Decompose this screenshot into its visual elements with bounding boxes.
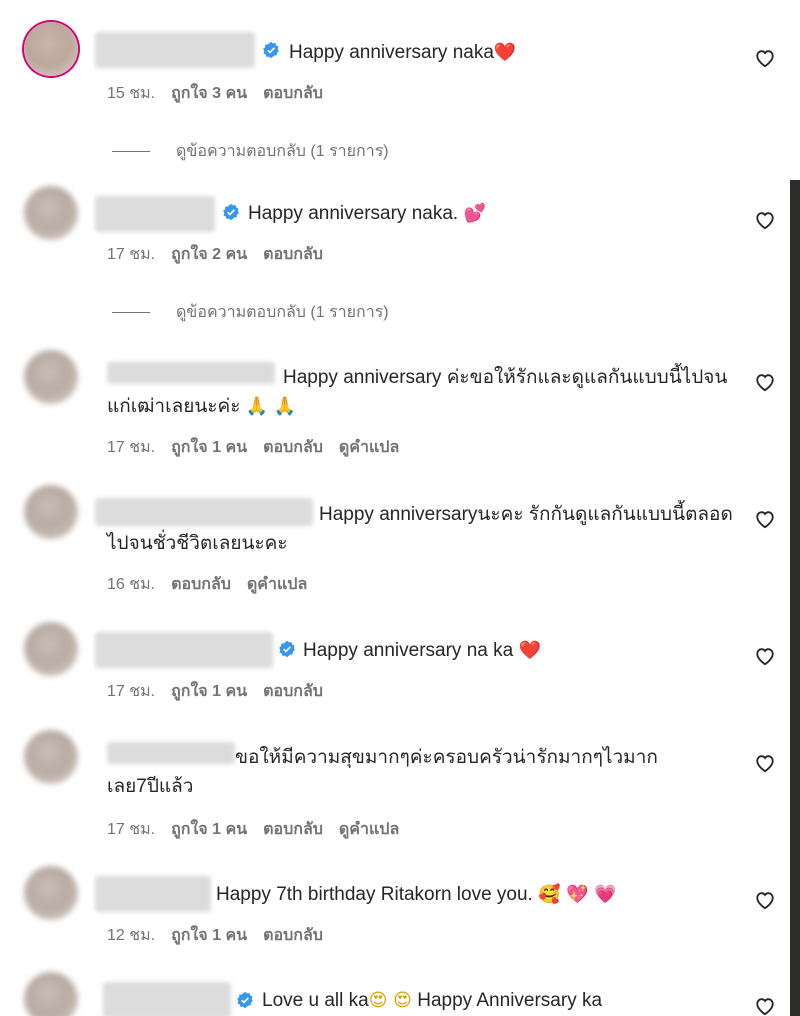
timestamp: 15 ชม.: [107, 85, 156, 102]
view-replies-button[interactable]: ดูข้อความตอบกลับ (1 รายการ): [112, 139, 389, 164]
avatar[interactable]: [24, 972, 78, 1016]
verified-badge-icon: [263, 41, 279, 59]
comment-meta: 17 ชม. ถูกใจ 1 คน ตอบกลับ ดูคำแปล: [107, 435, 415, 460]
like-heart-icon[interactable]: [754, 210, 776, 230]
username-blurred[interactable]: [95, 196, 215, 232]
heart-emoji: ❤️: [493, 42, 517, 63]
heart-eyes-emoji: 😍 😍: [368, 990, 412, 1011]
like-heart-icon[interactable]: [754, 646, 776, 666]
likes-count[interactable]: ถูกใจ 1 คน: [171, 821, 247, 838]
like-heart-icon[interactable]: [754, 753, 776, 773]
comment-meta: 17 ชม. ถูกใจ 1 คน ตอบกลับ: [107, 679, 339, 704]
verified-badge-icon: [237, 991, 253, 1009]
avatar[interactable]: [24, 485, 78, 539]
avatar[interactable]: [24, 186, 78, 240]
like-heart-icon[interactable]: [754, 372, 776, 392]
comment-text: Happy anniversary ค่ะขอให้รักและดูแลกันแ…: [107, 367, 728, 417]
comment-meta: 12 ชม. ถูกใจ 1 คน ตอบกลับ: [107, 923, 339, 948]
view-replies-button[interactable]: ดูข้อความตอบกลับ (1 รายการ): [112, 300, 389, 325]
praying-hands-emoji: 🙏 🙏: [245, 396, 297, 417]
comment-meta: 16 ชม. ตอบกลับ ดูคำแปล: [107, 572, 323, 597]
timestamp: 17 ชม.: [107, 683, 156, 700]
reply-button[interactable]: ตอบกลับ: [263, 683, 323, 700]
username-blurred[interactable]: [103, 982, 231, 1016]
comment-text: Happy anniversary naka❤️: [289, 42, 517, 63]
reply-button[interactable]: ตอบกลับ: [263, 821, 323, 838]
likes-count[interactable]: ถูกใจ 1 คน: [171, 927, 247, 944]
translate-button[interactable]: ดูคำแปล: [339, 439, 399, 456]
timestamp: 17 ชม.: [107, 821, 156, 838]
reply-button[interactable]: ตอบกลับ: [263, 927, 323, 944]
comments-feed: Happy anniversary naka❤️ 15 ชม. ถูกใจ 3 ค…: [0, 0, 800, 1016]
username-blurred[interactable]: [95, 32, 255, 68]
like-heart-icon[interactable]: [754, 48, 776, 68]
verified-badge-icon: [223, 203, 239, 221]
comment-text: Happy anniversary naka. 💕: [248, 203, 486, 224]
comment-text: Happy anniversaryนะคะ รักกันดูแลกันแบบนี…: [107, 504, 733, 554]
timestamp: 17 ชม.: [107, 439, 156, 456]
avatar[interactable]: [24, 622, 78, 676]
timestamp: 16 ชม.: [107, 576, 156, 593]
background-edge: [790, 180, 800, 1016]
timestamp: 12 ชม.: [107, 927, 156, 944]
reply-button[interactable]: ตอบกลับ: [171, 576, 231, 593]
comment-text: ขอให้มีความสุขมากๆค่ะครอบครัวน่ารักมากๆไ…: [107, 747, 658, 797]
love-emojis: 🥰 💖 💗: [538, 884, 617, 905]
avatar[interactable]: [24, 22, 78, 76]
comment-meta: 15 ชม. ถูกใจ 3 คน ตอบกลับ: [107, 81, 339, 106]
like-heart-icon[interactable]: [754, 996, 776, 1016]
like-heart-icon[interactable]: [754, 509, 776, 529]
comment-meta: 17 ชม. ถูกใจ 1 คน ตอบกลับ ดูคำแปล: [107, 817, 415, 842]
comment-text: Love u all ka😍 😍 Happy Anniversary ka: [262, 990, 603, 1011]
heart-emoji: ❤️: [518, 640, 541, 661]
verified-badge-icon: [279, 640, 295, 658]
avatar[interactable]: [24, 730, 78, 784]
timestamp: 17 ชม.: [107, 246, 156, 263]
avatar[interactable]: [24, 350, 78, 404]
divider: [112, 312, 150, 314]
avatar[interactable]: [24, 866, 78, 920]
username-blurred[interactable]: [95, 632, 273, 668]
translate-button[interactable]: ดูคำแปล: [339, 821, 399, 838]
comment-meta: 17 ชม. ถูกใจ 2 คน ตอบกลับ: [107, 242, 339, 267]
translate-button[interactable]: ดูคำแปล: [247, 576, 307, 593]
username-blurred[interactable]: [95, 876, 211, 912]
comment-text: Happy anniversary na ka ❤️: [303, 640, 541, 661]
likes-count[interactable]: ถูกใจ 2 คน: [171, 246, 247, 263]
reply-button[interactable]: ตอบกลับ: [263, 439, 323, 456]
divider: [112, 151, 150, 153]
reply-button[interactable]: ตอบกลับ: [263, 85, 323, 102]
likes-count[interactable]: ถูกใจ 1 คน: [171, 683, 247, 700]
likes-count[interactable]: ถูกใจ 3 คน: [171, 85, 247, 102]
reply-button[interactable]: ตอบกลับ: [263, 246, 323, 263]
hearts-emoji: 💕: [463, 203, 486, 224]
like-heart-icon[interactable]: [754, 890, 776, 910]
comment-text: Happy 7th birthday Ritakorn love you. 🥰 …: [216, 884, 617, 905]
likes-count[interactable]: ถูกใจ 1 คน: [171, 439, 247, 456]
